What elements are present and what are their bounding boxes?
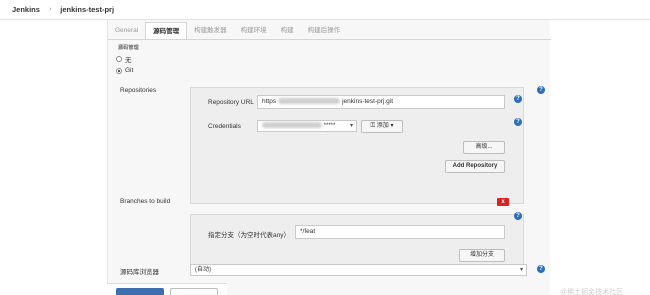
tabs-divider [108, 39, 551, 40]
branch-specifier-input[interactable]: */feat [295, 225, 505, 239]
branches-label: Branches to build [120, 198, 171, 205]
redacted-url-part [278, 98, 341, 105]
redacted-credentials [262, 122, 322, 129]
radio-none[interactable] [116, 56, 122, 62]
breadcrumb-separator-icon: › [48, 6, 52, 13]
chevron-down-icon: ▾ [349, 123, 353, 129]
add-branch-button[interactable]: 增加分支 [459, 249, 505, 262]
breadcrumb-jenkins[interactable]: Jenkins [12, 5, 40, 14]
delete-branch-icon[interactable]: x [497, 198, 509, 206]
add-credentials-label: 添加 [376, 123, 389, 129]
radio-git[interactable] [116, 67, 122, 74]
tab-post-build[interactable]: 构建后操作 [301, 22, 348, 40]
repository-browser-select[interactable]: (自动) ▾ [190, 264, 527, 276]
repository-url-prefix: https [262, 98, 277, 105]
add-repository-button[interactable]: Add Repository [445, 160, 505, 173]
repository-block: Repository URL https jenkins-test-prj.git… [190, 87, 524, 204]
breadcrumb-project[interactable]: jenkins-test-prj [60, 5, 114, 14]
help-browser-icon[interactable]: ? [537, 265, 545, 273]
breadcrumb-bar: Jenkins › jenkins-test-prj [0, 0, 650, 20]
apply-button[interactable] [170, 288, 218, 295]
scm-option-none[interactable]: 无 [116, 54, 132, 64]
chevron-down-icon: ▾ [519, 267, 523, 273]
tab-build-environment[interactable]: 构建环境 [234, 22, 274, 40]
watermark: @稀土掘金技术社区 [560, 289, 624, 295]
tab-general[interactable]: General [108, 22, 145, 40]
config-tabs: General 源码管理 构建触发器 构建环境 构建 构建后操作 [108, 22, 347, 40]
add-credentials-button[interactable]: ⚿ 添加 ▾ [361, 120, 403, 133]
repository-browser-value: (自动) [195, 267, 211, 273]
tab-build-triggers[interactable]: 构建触发器 [187, 22, 234, 40]
credentials-label: Credentials [208, 123, 241, 130]
help-credentials-icon[interactable]: ? [514, 118, 522, 126]
credentials-masked: ***** [323, 123, 336, 129]
chevron-down-icon: ▾ [390, 123, 394, 129]
repository-url-input[interactable]: https jenkins-test-prj.git [257, 95, 505, 109]
tab-scm[interactable]: 源码管理 [145, 22, 188, 40]
help-repositories-icon[interactable]: ? [537, 86, 545, 94]
repositories-label: Repositories [120, 87, 157, 94]
help-branch-icon[interactable]: ? [514, 212, 522, 220]
scm-option-git[interactable]: Git [116, 67, 133, 74]
section-heading-scm: 源码管理 [118, 45, 139, 51]
repository-browser-label: 源码库浏览器 [120, 269, 159, 276]
help-repository-url-icon[interactable]: ? [514, 95, 522, 103]
repository-url-suffix: jenkins-test-prj.git [342, 98, 394, 105]
tab-build[interactable]: 构建 [274, 22, 301, 40]
key-icon: ⚿ [370, 123, 376, 129]
repository-url-label: Repository URL [208, 99, 254, 106]
radio-none-label: 无 [125, 57, 132, 64]
config-panel: General 源码管理 构建触发器 构建环境 构建 构建后操作 源码管理 无 … [107, 20, 551, 295]
branch-specifier-label: 指定分支（为空时代表any） [208, 232, 290, 239]
save-button[interactable] [116, 288, 164, 295]
credentials-select[interactable]: ***** ▾ [257, 120, 357, 132]
advanced-button[interactable]: 高级... [463, 141, 505, 154]
radio-git-label: Git [125, 67, 134, 74]
